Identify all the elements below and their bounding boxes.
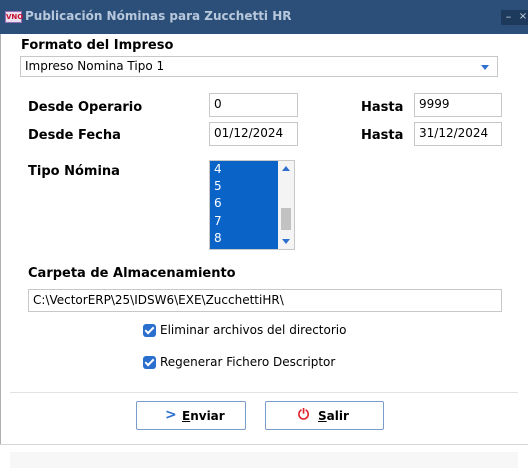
carpeta-label: Carpeta de Almacenamiento <box>28 266 236 281</box>
carpeta-input[interactable]: C:\VectorERP\25\IDSW6\EXE\ZucchettiHR\ <box>28 289 502 312</box>
title-bar: VNO Publicación Nóminas para Zucchetti H… <box>0 0 528 34</box>
divider <box>10 392 518 393</box>
salir-button-label: Salir <box>318 409 349 423</box>
minimize-button[interactable]: – <box>501 10 516 25</box>
scroll-up-icon[interactable] <box>282 166 290 171</box>
desde-operario-input[interactable]: 0 <box>209 93 298 117</box>
chevron-down-icon[interactable] <box>481 65 489 70</box>
list-item[interactable]: 5 <box>210 178 278 195</box>
list-item[interactable]: 7 <box>210 213 278 230</box>
enviar-button-label: Enviar <box>182 409 225 423</box>
hasta-operario-input[interactable]: 9999 <box>414 93 502 117</box>
desde-fecha-input[interactable]: 01/12/2024 <box>209 122 298 146</box>
list-item[interactable]: 4 <box>210 161 278 178</box>
scroll-thumb[interactable] <box>281 208 291 230</box>
app-icon-text: VNO <box>6 13 24 21</box>
scroll-down-icon[interactable] <box>282 239 290 244</box>
status-bar-panel <box>10 452 518 468</box>
formato-label: Formato del Impreso <box>21 38 174 53</box>
hasta-operario-label: Hasta <box>361 100 404 115</box>
tipo-nomina-items: 4 5 6 7 8 <box>210 161 278 249</box>
formato-selected-value: Impreso Nomina Tipo 1 <box>25 59 165 73</box>
desde-operario-label: Desde Operario <box>28 100 143 115</box>
eliminar-checkbox-label: Eliminar archivos del directorio <box>160 323 347 337</box>
enviar-button[interactable]: > Enviar <box>136 401 246 430</box>
hasta-fecha-input[interactable]: 31/12/2024 <box>414 122 502 146</box>
main-window: VNO Publicación Nóminas para Zucchetti H… <box>0 0 528 469</box>
regenerar-checkbox-label: Regenerar Fichero Descriptor <box>160 355 336 369</box>
hasta-fecha-label: Hasta <box>361 128 404 143</box>
power-icon: ⏻ <box>298 407 310 423</box>
app-icon: VNO <box>5 11 24 23</box>
window-border <box>0 34 1 468</box>
arrow-right-icon: > <box>165 407 177 423</box>
checkbox-checked-icon[interactable] <box>143 356 156 369</box>
desde-fecha-label: Desde Fecha <box>28 128 121 143</box>
tipo-nomina-listbox[interactable]: 4 5 6 7 8 <box>209 160 295 250</box>
salir-button[interactable]: ⏻ Salir <box>265 401 384 430</box>
list-item[interactable]: 6 <box>210 195 278 212</box>
close-button[interactable]: × <box>516 10 528 25</box>
listbox-scrollbar[interactable] <box>278 161 294 249</box>
tipo-nomina-label: Tipo Nómina <box>28 164 120 179</box>
window-title: Publicación Nóminas para Zucchetti HR <box>25 9 292 23</box>
formato-select[interactable]: Impreso Nomina Tipo 1 <box>20 56 498 77</box>
checkbox-checked-icon[interactable] <box>143 324 156 337</box>
list-item[interactable]: 8 <box>210 230 278 247</box>
